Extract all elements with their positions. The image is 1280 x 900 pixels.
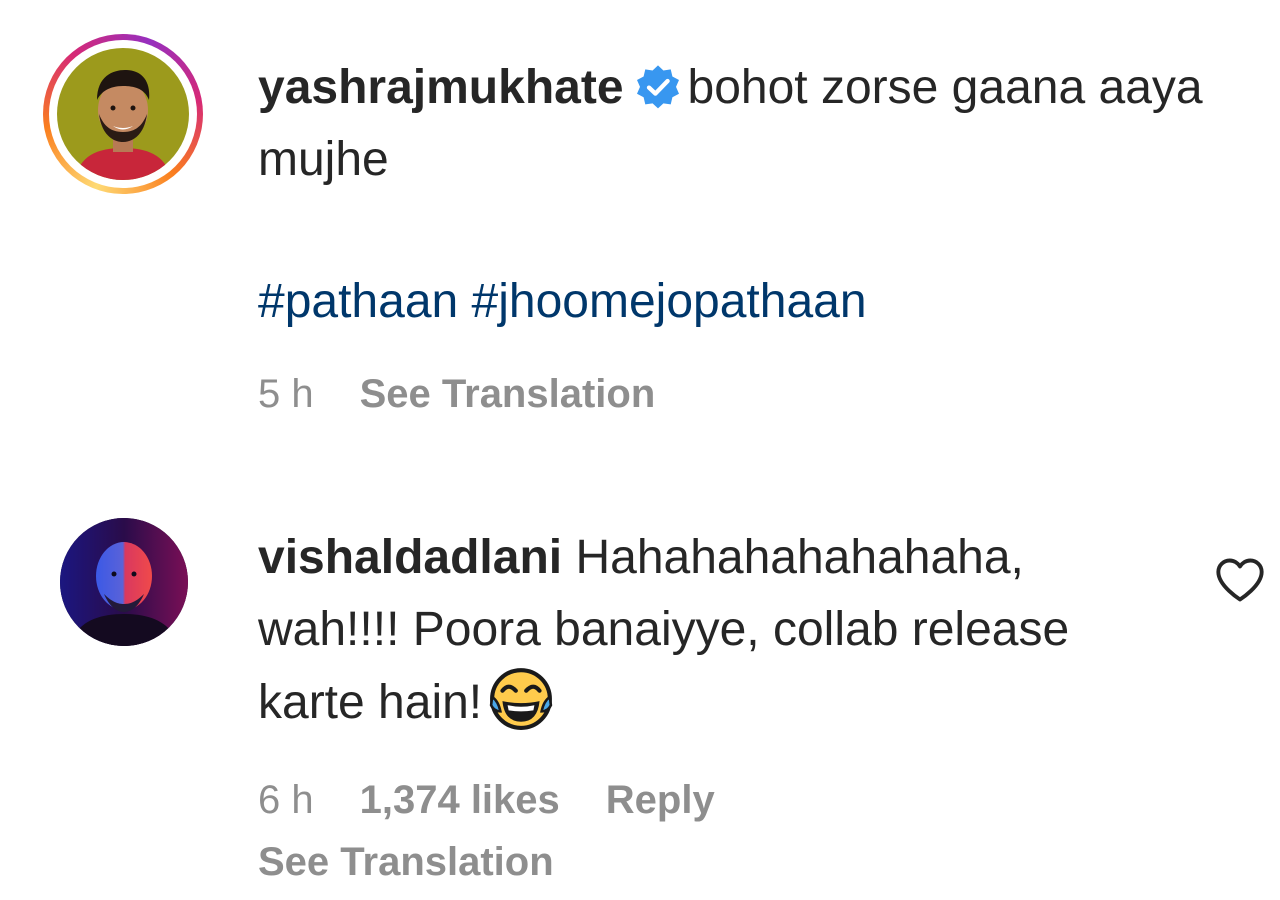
comment-username[interactable]: vishaldadlani — [258, 531, 562, 584]
profile-photo-icon — [57, 48, 189, 180]
post-caption: yashrajmukhate bohot zorse gaana aaya mu… — [0, 0, 1280, 460]
see-translation-button[interactable]: See Translation — [258, 840, 554, 884]
caption-username[interactable]: yashrajmukhate — [258, 61, 624, 114]
story-ring-avatar[interactable] — [43, 34, 203, 194]
heart-outline-icon[interactable] — [1214, 556, 1266, 604]
comment-translation-row: See Translation — [258, 834, 600, 890]
reply-button[interactable]: Reply — [606, 778, 715, 822]
caption-hashtags: #pathaan #jhoomejopathaan — [258, 266, 867, 338]
avatar-vishaldadlani[interactable] — [60, 518, 188, 646]
caption-meta-row: 5 h See Translation — [258, 366, 701, 422]
face-with-tears-of-joy-emoji — [489, 668, 553, 730]
likes-count-button[interactable]: 1,374 likes — [360, 778, 560, 822]
caption-timestamp[interactable]: 5 h — [258, 372, 314, 416]
hashtag-pathaan[interactable]: #pathaan — [258, 275, 458, 328]
comment-timestamp[interactable]: 6 h — [258, 778, 314, 822]
see-translation-button[interactable]: See Translation — [360, 372, 656, 416]
avatar-yashrajmukhate[interactable] — [57, 48, 189, 180]
caption-text-block: yashrajmukhate bohot zorse gaana aaya mu… — [258, 52, 1218, 196]
hashtag-jhoomejopathaan[interactable]: #jhoomejopathaan — [472, 275, 867, 328]
verified-badge-icon — [636, 65, 679, 109]
profile-photo-icon — [60, 518, 188, 646]
comment-meta-row: 6 h 1,374 likes Reply — [258, 772, 761, 828]
comment-text-block: vishaldadlani Hahahahahahahaha, wah!!!! … — [258, 522, 1138, 739]
comment-item: vishaldadlani Hahahahahahahaha, wah!!!! … — [0, 500, 1280, 900]
